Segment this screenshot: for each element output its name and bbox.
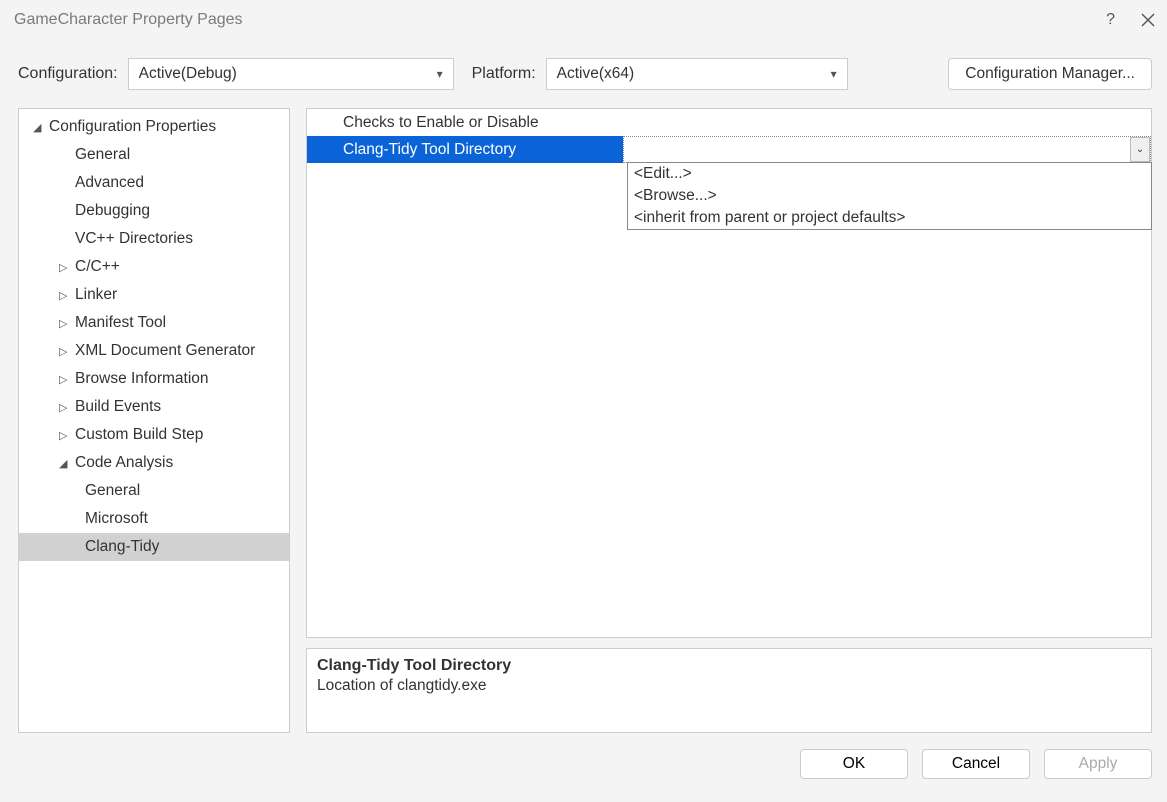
tree-item-buildevents[interactable]: ▷Build Events <box>19 393 289 421</box>
dropdown-item-browse[interactable]: <Browse...> <box>628 185 1151 207</box>
titlebar: GameCharacter Property Pages ? <box>0 0 1167 40</box>
tree-item-xmldoc[interactable]: ▷XML Document Generator <box>19 337 289 365</box>
grid-row[interactable]: Clang-Tidy Tool Directory ⌄ <box>307 136 1151 163</box>
description-title: Clang-Tidy Tool Directory <box>317 657 1141 675</box>
tree-item-custombuild[interactable]: ▷Custom Build Step <box>19 421 289 449</box>
configuration-label: Configuration: <box>18 65 118 83</box>
grid-row-value[interactable] <box>623 109 1151 136</box>
description-text: Location of clangtidy.exe <box>317 677 1141 695</box>
dropdown-button[interactable]: ⌄ <box>1130 137 1150 162</box>
tree-item-vcdirectories[interactable]: VC++ Directories <box>19 225 289 253</box>
dialog-footer: OK Cancel Apply <box>0 733 1167 779</box>
description-panel: Clang-Tidy Tool Directory Location of cl… <box>306 648 1152 733</box>
tree-item-linker[interactable]: ▷Linker <box>19 281 289 309</box>
grid-row-label: Clang-Tidy Tool Directory <box>307 136 623 163</box>
value-dropdown[interactable]: <Edit...> <Browse...> <inherit from pare… <box>627 162 1152 230</box>
platform-select[interactable]: Active(x64) ▾ <box>546 58 848 90</box>
configuration-value: Active(Debug) <box>139 65 237 83</box>
tree-item-ca-microsoft[interactable]: Microsoft <box>19 505 289 533</box>
help-icon[interactable]: ? <box>1106 11 1115 29</box>
window-title: GameCharacter Property Pages <box>14 11 243 29</box>
tree-item-ca-clangtidy[interactable]: Clang-Tidy <box>19 533 289 561</box>
configuration-select[interactable]: Active(Debug) ▾ <box>128 58 454 90</box>
config-row: Configuration: Active(Debug) ▾ Platform:… <box>0 40 1167 108</box>
platform-value: Active(x64) <box>557 65 635 83</box>
ok-button[interactable]: OK <box>800 749 908 779</box>
grid-row-value[interactable]: ⌄ <box>623 136 1151 163</box>
configuration-manager-button[interactable]: Configuration Manager... <box>948 58 1152 90</box>
dropdown-item-edit[interactable]: <Edit...> <box>628 163 1151 185</box>
apply-button[interactable]: Apply <box>1044 749 1152 779</box>
close-icon[interactable] <box>1141 13 1155 27</box>
tree-root[interactable]: ◢Configuration Properties <box>19 113 289 141</box>
chevron-down-icon: ▾ <box>831 67 837 81</box>
platform-label: Platform: <box>472 65 536 83</box>
grid-row[interactable]: Checks to Enable or Disable <box>307 109 1151 136</box>
dropdown-item-inherit[interactable]: <inherit from parent or project defaults… <box>628 207 1151 229</box>
grid-row-label: Checks to Enable or Disable <box>307 109 623 136</box>
tree-item-browseinfo[interactable]: ▷Browse Information <box>19 365 289 393</box>
nav-tree[interactable]: ◢Configuration Properties General Advanc… <box>18 108 290 733</box>
chevron-down-icon: ▾ <box>437 67 443 81</box>
property-grid: Checks to Enable or Disable Clang-Tidy T… <box>306 108 1152 638</box>
tree-item-ccpp[interactable]: ▷C/C++ <box>19 253 289 281</box>
tree-item-debugging[interactable]: Debugging <box>19 197 289 225</box>
chevron-down-icon: ⌄ <box>1136 144 1144 155</box>
tree-item-advanced[interactable]: Advanced <box>19 169 289 197</box>
cancel-button[interactable]: Cancel <box>922 749 1030 779</box>
tree-item-ca-general[interactable]: General <box>19 477 289 505</box>
tree-item-manifest[interactable]: ▷Manifest Tool <box>19 309 289 337</box>
tree-item-codeanalysis[interactable]: ◢Code Analysis <box>19 449 289 477</box>
tree-item-general[interactable]: General <box>19 141 289 169</box>
